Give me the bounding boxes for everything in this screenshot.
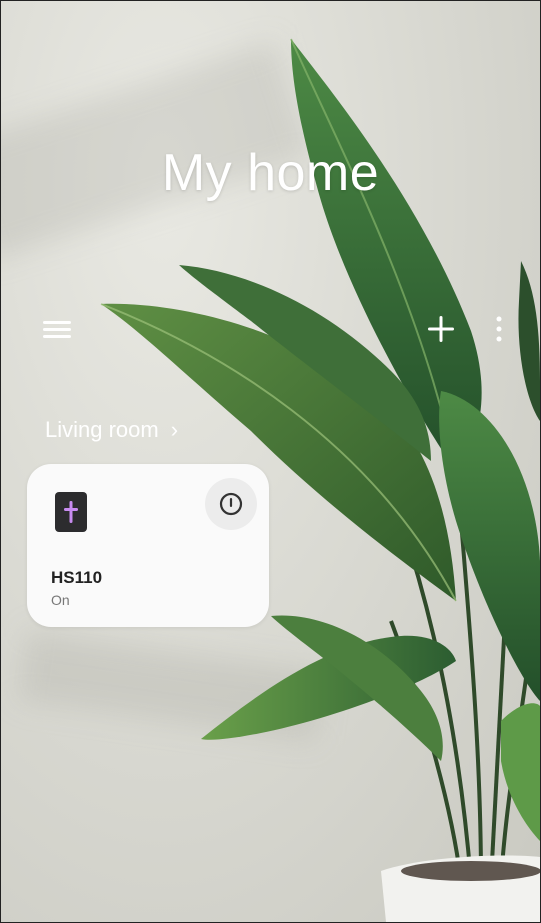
smart-plug-icon <box>55 492 87 532</box>
room-header-living-room[interactable]: Living room › <box>45 417 178 443</box>
add-device-button[interactable] <box>419 307 463 351</box>
room-name: Living room <box>45 417 159 442</box>
app-screen: My home Living room › HS110 On <box>0 0 541 923</box>
page-title: My home <box>161 144 380 202</box>
menu-button[interactable] <box>35 307 79 351</box>
device-status: On <box>51 592 70 608</box>
device-name: HS110 <box>51 568 103 587</box>
hamburger-menu-icon <box>43 321 71 338</box>
power-icon <box>219 492 243 516</box>
device-card[interactable]: HS110 On <box>27 464 269 627</box>
chevron-right-icon: › <box>170 417 179 442</box>
more-options-button[interactable] <box>477 307 521 351</box>
power-toggle-button[interactable] <box>205 478 257 530</box>
plant-background-image <box>100 38 540 922</box>
plus-icon <box>428 316 454 342</box>
vertical-ellipsis-icon <box>496 316 502 342</box>
